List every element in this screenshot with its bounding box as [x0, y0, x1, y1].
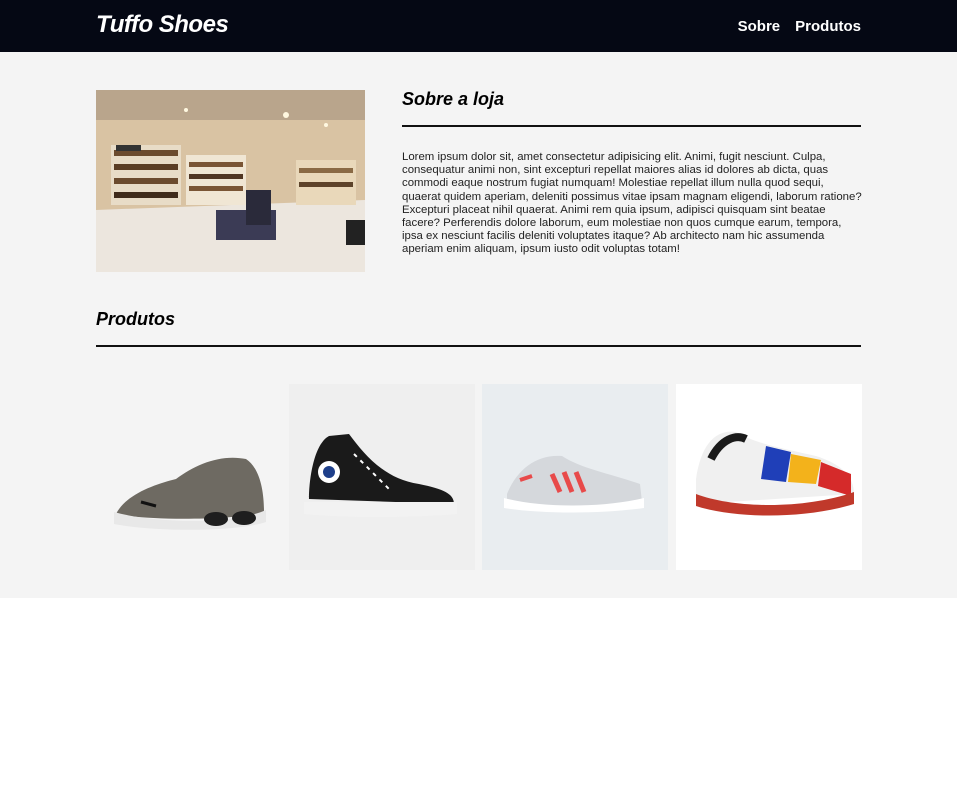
- products-divider: [96, 345, 861, 347]
- about-divider: [402, 125, 861, 127]
- about-title: Sobre a loja: [402, 89, 505, 109]
- store-image: [96, 90, 365, 272]
- products-title: Produtos: [96, 309, 175, 329]
- nav-link-produtos[interactable]: Produtos: [795, 18, 861, 35]
- nav-link-sobre[interactable]: Sobre: [738, 18, 781, 35]
- brand-logo[interactable]: Tuffo Shoes: [96, 11, 229, 39]
- main-content: Sobre a loja Lorem ipsum dolor sit, amet…: [0, 52, 957, 598]
- product-card-grey-sneaker[interactable]: [96, 384, 282, 570]
- product-card-colorful-sneaker[interactable]: [676, 384, 862, 570]
- top-navbar: Tuffo Shoes Sobre Produtos: [0, 0, 957, 52]
- main-nav: Sobre Produtos: [738, 18, 861, 35]
- about-text: Lorem ipsum dolor sit, amet consectetur …: [402, 151, 862, 256]
- product-card-white-red-sneaker[interactable]: [482, 384, 668, 570]
- product-card-black-high-top[interactable]: [289, 384, 475, 570]
